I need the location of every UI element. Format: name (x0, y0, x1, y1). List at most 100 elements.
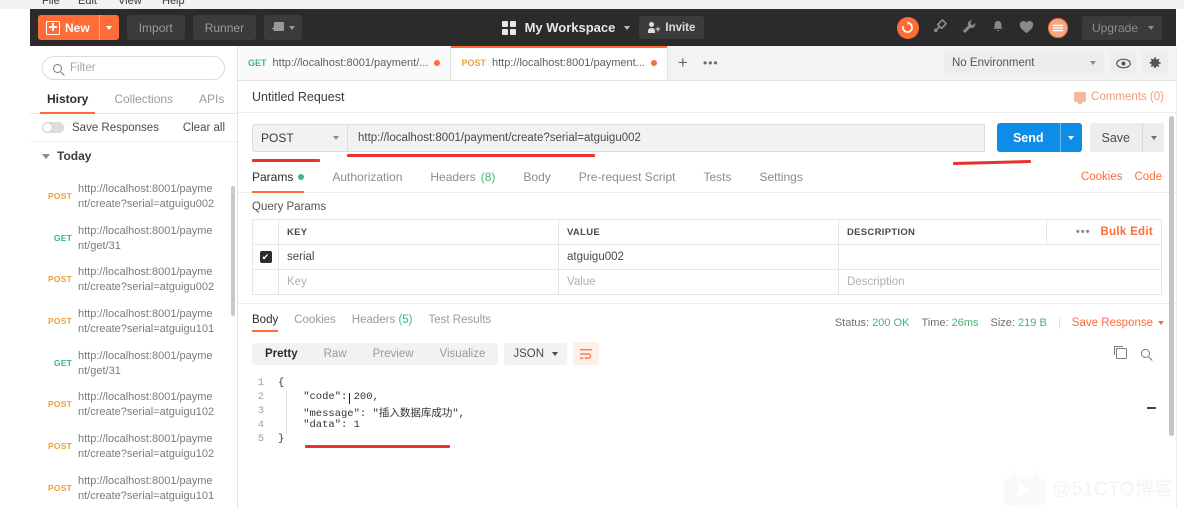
search-input[interactable]: Filter (42, 56, 225, 80)
save-responses-toggle[interactable] (42, 122, 64, 133)
response-format-select[interactable]: JSON (504, 342, 568, 365)
import-button[interactable]: Import (126, 15, 185, 40)
cookies-link[interactable]: Cookies (1081, 171, 1123, 183)
satellite-icon[interactable] (933, 19, 948, 36)
param-enabled-checkbox[interactable]: ✔ (259, 251, 272, 264)
user-avatar[interactable] (1047, 17, 1068, 38)
line-number: 5 (257, 433, 264, 445)
history-list[interactable]: POST http://localhost:8001/payment/creat… (30, 176, 237, 509)
new-button[interactable]: New (38, 15, 119, 40)
tab-authorization[interactable]: Authorization (332, 162, 416, 192)
heart-icon[interactable] (1019, 20, 1034, 36)
row-checkbox-cell[interactable] (252, 269, 279, 295)
param-description[interactable] (838, 244, 1162, 270)
wrench-icon[interactable] (962, 19, 977, 36)
tab-params[interactable]: Params (252, 162, 318, 193)
history-method: POST (48, 441, 72, 452)
response-tab-headers[interactable]: Headers (5) (352, 314, 413, 332)
send-button[interactable]: Send (996, 123, 1082, 152)
history-group-today[interactable]: Today (30, 142, 237, 168)
list-item[interactable]: GET http://localhost:8001/payment/get/31 (30, 343, 237, 385)
table-row[interactable]: Key Value Description (252, 269, 1162, 295)
comments-label: Comments (0) (1091, 91, 1164, 103)
column-key: KEY (278, 219, 559, 245)
tab-settings[interactable]: Settings (760, 162, 817, 192)
view-mode-pretty[interactable]: Pretty (252, 343, 311, 365)
runner-button[interactable]: Runner (192, 15, 257, 40)
tab-headers[interactable]: Headers (8) (430, 162, 509, 192)
params-more-button[interactable]: ••• (1076, 226, 1091, 238)
new-dropdown-toggle[interactable] (98, 15, 119, 40)
tab-tests[interactable]: Tests (703, 162, 745, 192)
param-key[interactable]: serial (278, 244, 559, 270)
code-link[interactable]: Code (1135, 171, 1163, 183)
invite-button[interactable]: + Invite (639, 16, 705, 39)
response-tab-cookies[interactable]: Cookies (294, 314, 336, 332)
request-title-row: Untitled Request Comments (0) (238, 81, 1176, 113)
list-item[interactable]: POST http://localhost:8001/payment/creat… (30, 426, 237, 468)
sync-icon[interactable] (896, 16, 919, 39)
response-tab-test-results[interactable]: Test Results (429, 314, 492, 332)
copy-icon[interactable] (1114, 346, 1127, 359)
response-body-code[interactable]: 1 { 2 "code": 200, 3 "message": "插入数据库成功… (252, 377, 1162, 473)
list-item[interactable]: POST http://localhost:8001/payment/creat… (30, 468, 237, 509)
workspace-name[interactable]: My Workspace (525, 20, 616, 35)
response-tab-headers-label: Headers (351, 314, 396, 326)
settings-button[interactable] (1142, 51, 1168, 75)
history-method: POST (48, 482, 72, 493)
view-mode-visualize[interactable]: Visualize (427, 343, 499, 365)
send-options-toggle[interactable] (1059, 123, 1082, 152)
save-response-button[interactable]: Save Response (1058, 317, 1164, 329)
url-input[interactable]: http://localhost:8001/payment/create?ser… (347, 123, 985, 152)
comments-button[interactable]: Comments (0) (1074, 91, 1164, 105)
sidebar-tab-history[interactable]: History (34, 86, 101, 114)
tab-headers-count: (8) (480, 170, 496, 184)
request-tab-1[interactable]: GET http://localhost:8001/payment/... (238, 46, 452, 80)
list-item[interactable]: POST http://localhost:8001/payment/creat… (30, 259, 237, 301)
text-cursor (348, 393, 350, 404)
view-mode-preview[interactable]: Preview (360, 343, 427, 365)
list-item[interactable]: POST http://localhost:8001/payment/creat… (30, 384, 237, 426)
list-item[interactable]: POST http://localhost:8001/payment/creat… (30, 176, 237, 218)
menu-help[interactable]: Help (162, 0, 185, 7)
menu-edit[interactable]: Edit (78, 0, 97, 7)
param-value-placeholder[interactable]: Value (558, 269, 839, 295)
bell-icon[interactable] (991, 20, 1005, 36)
environment-area: No Environment (944, 46, 1176, 80)
environment-quick-look-button[interactable] (1110, 51, 1136, 75)
toolbar-right-group: Upgrade (896, 15, 1176, 40)
tab-pre-request-script[interactable]: Pre-request Script (579, 162, 690, 192)
response-scrollbar[interactable] (1169, 116, 1174, 436)
request-tab-2[interactable]: POST http://localhost:8001/payment... (451, 46, 668, 80)
tab-options-button[interactable]: ••• (698, 46, 724, 80)
save-button[interactable]: Save (1089, 123, 1164, 152)
list-item[interactable]: POST http://localhost:8001/payment/creat… (30, 301, 237, 343)
upgrade-button[interactable]: Upgrade (1081, 15, 1162, 40)
list-item[interactable]: GET http://localhost:8001/payment/get/31 (30, 218, 237, 260)
word-wrap-icon[interactable] (573, 342, 600, 365)
menu-view[interactable]: View (118, 0, 142, 7)
save-options-toggle[interactable] (1142, 123, 1164, 152)
sidebar-tab-apis[interactable]: APIs (186, 86, 237, 113)
new-window-button[interactable]: + (264, 15, 303, 40)
http-method-select[interactable]: POST (252, 123, 347, 152)
size-value: 219 B (1018, 317, 1047, 329)
param-value[interactable]: atguigu002 (558, 244, 839, 270)
add-tab-button[interactable]: + (668, 46, 698, 80)
bulk-edit-button[interactable]: Bulk Edit (1100, 226, 1153, 238)
chevron-down-icon[interactable] (624, 25, 631, 30)
table-row[interactable]: ✔ serial atguigu002 (252, 244, 1162, 270)
row-checkbox-cell[interactable]: ✔ (252, 244, 279, 270)
tab-body[interactable]: Body (523, 162, 564, 192)
view-mode-raw[interactable]: Raw (311, 343, 360, 365)
clear-all-button[interactable]: Clear all (183, 122, 225, 134)
environment-selector[interactable]: No Environment (944, 51, 1104, 75)
search-icon[interactable] (1141, 349, 1150, 358)
menu-file[interactable]: File (42, 0, 60, 7)
param-description-placeholder[interactable]: Description (838, 269, 1162, 295)
sidebar-tab-collections[interactable]: Collections (101, 86, 186, 113)
param-key-placeholder[interactable]: Key (278, 269, 559, 295)
response-tab-body[interactable]: Body (252, 314, 279, 332)
send-label: Send (1012, 130, 1044, 145)
sidebar-scrollbar[interactable] (231, 186, 235, 316)
